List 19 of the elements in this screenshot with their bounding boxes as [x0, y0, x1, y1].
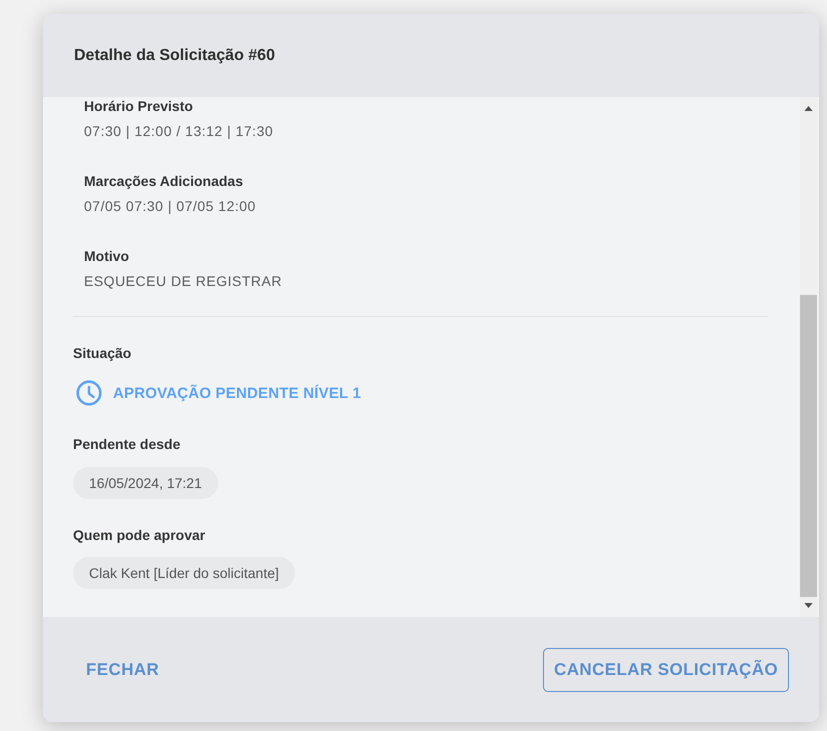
- info-chip: 16/05/2024, 17:21: [73, 467, 218, 499]
- field-label: Pendente desde: [73, 435, 180, 453]
- status-text: APROVAÇÃO PENDENTE NÍVEL 1: [113, 384, 362, 402]
- dialog-title: Detalhe da Solicitação #60: [74, 47, 275, 65]
- info-chip: Clak Kent [Líder do solicitante]: [73, 557, 295, 589]
- cancel-request-button[interactable]: CANCELAR SOLICITAÇÃO: [543, 648, 789, 692]
- scrollbar-thumb[interactable]: [800, 295, 817, 597]
- detail-value: 07:30 | 12:00 / 13:12 | 17:30: [84, 122, 274, 140]
- detail-value: ESQUECEU DE REGISTRAR: [84, 272, 282, 290]
- detail-label: Marcações Adicionadas: [84, 172, 243, 190]
- close-button[interactable]: FECHAR: [73, 650, 172, 690]
- scrollbar[interactable]: [800, 97, 817, 617]
- detail-label: Horário Previsto: [84, 97, 193, 115]
- detail-value: 07/05 07:30 | 07/05 12:00: [84, 197, 256, 215]
- field-label: Quem pode aprovar: [73, 526, 206, 544]
- scroll-down-arrow-icon[interactable]: [804, 603, 813, 608]
- detail-label: Motivo: [84, 247, 130, 265]
- status-label: Situação: [73, 344, 132, 362]
- scroll-up-arrow-icon[interactable]: [804, 106, 813, 111]
